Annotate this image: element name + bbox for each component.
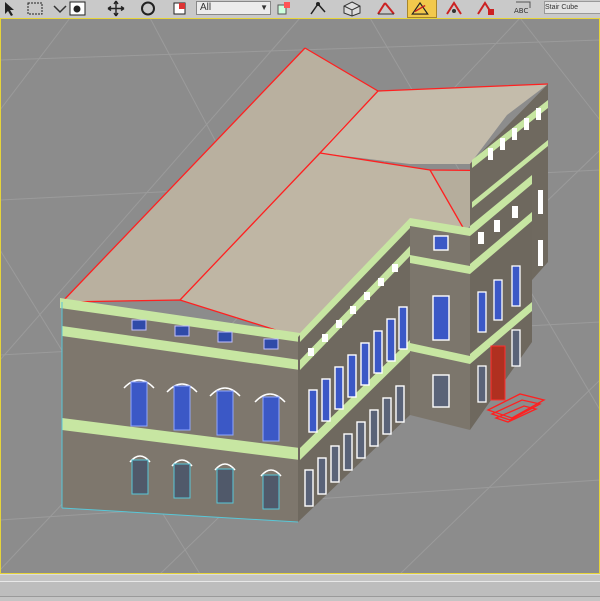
percent-snap-icon [411,1,429,15]
main-toolbar: All ▼ ABC Stair Cube [0,0,600,19]
viewport-canvas [0,18,600,574]
select-link-icon [277,2,290,15]
select-and-link-button[interactable] [272,0,296,17]
spinner-snap-icon [446,1,462,15]
percent-snap-button[interactable] [407,0,437,18]
select-move-icon [107,0,125,17]
select-by-name-button[interactable] [66,0,90,17]
render-button[interactable] [340,0,364,17]
selection-filter-dropdown[interactable]: All ▼ [196,1,271,15]
mirror-icon [477,1,494,15]
text-tool-label: ABC [514,7,529,15]
spinner-snap-button[interactable] [442,0,466,17]
select-icon [5,2,14,16]
chevron-down-icon: ▼ [260,3,268,12]
select-scale-icon [173,2,186,15]
snap-toggle-icon [310,2,326,15]
selection-filter-value: All [200,2,212,13]
select-rotate-button[interactable] [136,0,160,17]
text-tool-button[interactable]: ABC [510,0,540,17]
time-slider-track[interactable] [0,581,600,597]
select-by-name-icon [69,1,86,16]
select-region-icon [27,2,43,15]
named-selection-field[interactable]: Stair Cube [544,1,600,14]
select-region-button[interactable] [24,0,48,17]
angle-snap-icon [377,2,395,15]
time-slider-bar [0,574,600,601]
perspective-viewport[interactable] [0,18,600,574]
snap-toggle-button[interactable] [306,0,330,17]
angle-snap-button[interactable] [374,0,398,17]
cube-icon [343,1,361,17]
select-rotate-icon [141,1,155,16]
select-move-button[interactable] [104,0,128,17]
mirror-button[interactable] [474,0,498,17]
select-scale-button[interactable] [168,0,192,17]
select-object-button[interactable] [0,0,24,17]
